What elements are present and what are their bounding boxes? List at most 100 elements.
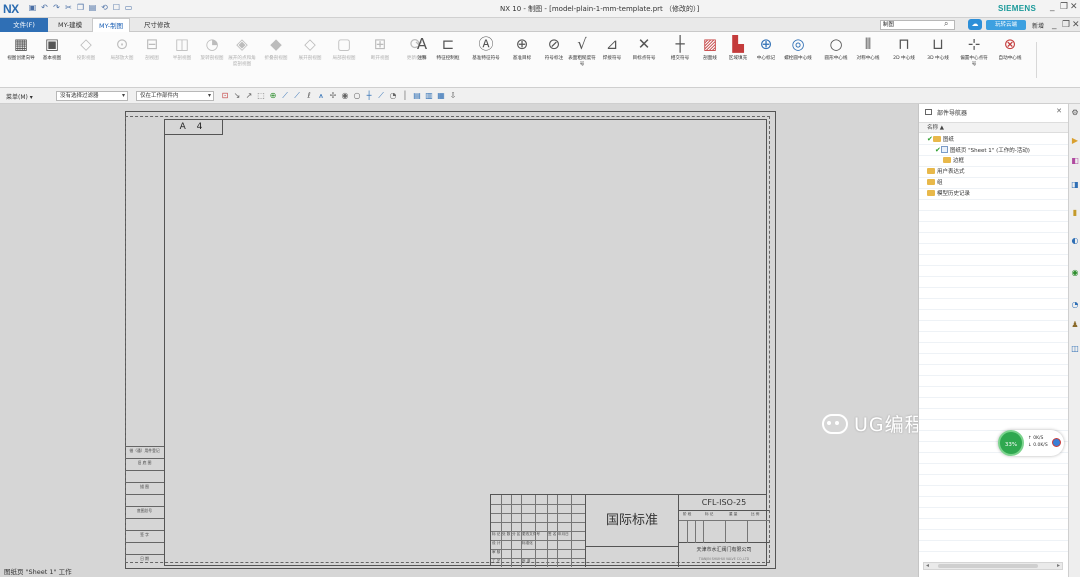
layout-icon[interactable]: ▥ (424, 91, 434, 101)
navigator-node[interactable]: ✔ 图纸页 "Sheet 1" (工作的-活动) (919, 145, 1069, 156)
control-point-icon[interactable]: ℓ (304, 91, 314, 101)
ribbon-panel: ▦ 视图创建向导 ▣ 基本视图 ◇ 投影视图 ⊙ 局部放大图 ⊟ 剖视图 ◫ 半剖视图 ◔ 旋转剖视图 ◈ 展… (0, 32, 1080, 88)
navigator-empty-row (919, 277, 1069, 288)
title-block-label: 年月日 (558, 532, 569, 536)
ribbon-close-icon[interactable]: ✕ (1072, 20, 1080, 30)
ribbon-button-28[interactable]: ⫴ 对称中心线 (852, 35, 884, 79)
tab-my-drafting[interactable]: MY-制图 (92, 18, 131, 32)
cloud-icon[interactable]: ☁ (968, 19, 982, 30)
graphics-window[interactable]: A 4 借（通）用件登记旧 底 图描 图底图总号签 字日 期 标 记处 数分 区… (0, 104, 918, 577)
ribbon-tool-icon: A (416, 35, 428, 53)
new-link[interactable]: 新增 (1032, 21, 1044, 30)
ribbon-button-31[interactable]: ⊹ 偏置中心点符号 (958, 35, 990, 79)
paste-icon[interactable]: ▤ (88, 3, 97, 13)
grid-col-line (511, 495, 512, 567)
snap-enable-icon[interactable]: ⊕ (268, 91, 278, 101)
selection-scope-select[interactable]: 仅在工作部件内 (136, 91, 214, 101)
history-tab-icon[interactable]: ◉ (1070, 268, 1080, 278)
navigator-node[interactable]: 用户表达式 (919, 167, 1069, 178)
navigator-node[interactable]: 模型历史记录 (919, 189, 1069, 200)
restore-icon[interactable]: ❐ (1060, 2, 1068, 12)
constraint-navigator-tab-icon[interactable]: ◨ (1070, 180, 1080, 190)
part-navigator-tab-icon[interactable]: ▶ (1070, 136, 1080, 146)
folder-icon (943, 157, 951, 163)
navigator-close-icon[interactable]: ✕ (1056, 107, 1062, 115)
tangent-icon[interactable]: ⟋ (376, 91, 386, 101)
ribbon-button-2[interactable]: ▣ 基本视图 (36, 35, 68, 79)
weight-label: 重 量 (729, 512, 738, 516)
navigator-column-name[interactable]: 名称 ▲ (919, 122, 1069, 133)
process-studio-tab-icon[interactable]: ◔ (1070, 300, 1080, 310)
navigator-node[interactable]: 边框 (919, 156, 1069, 167)
menu-button[interactable]: 菜单(M) ▾ (6, 92, 33, 101)
undo-icon[interactable]: ↶ (40, 3, 49, 13)
ribbon-button-22[interactable]: ┼ 相交符号 (664, 35, 696, 79)
endpoint-icon[interactable]: ⟋ (280, 91, 290, 101)
copy-icon[interactable]: ❐ (76, 3, 85, 13)
ribbon-button-26[interactable]: ◎ 螺栓圆中心线 (782, 35, 814, 79)
ribbon-button-20[interactable]: ⊿ 焊接符号 (596, 35, 628, 79)
scroll-left-icon[interactable]: ◂ (926, 562, 929, 569)
navigator-node[interactable]: ✔ 图纸 (919, 134, 1069, 145)
sheet-size-label: A 4 (164, 119, 223, 135)
tab-file[interactable]: 文件(F) (0, 18, 48, 32)
center-point-icon[interactable]: ✢ (328, 91, 338, 101)
intersection-icon[interactable]: ⩚ (316, 91, 326, 101)
rectangle-select-icon[interactable]: ⬚ (256, 91, 266, 101)
select-more-icon[interactable]: ↗ (244, 91, 254, 101)
navigator-hscrollbar[interactable]: ◂ ▸ (923, 562, 1063, 570)
selection-filter-select[interactable]: 没有选择过滤器 (56, 91, 128, 101)
quadrant-icon[interactable]: ◉ (340, 91, 350, 101)
ribbon-button-15[interactable]: ⊏ 特征控制框 (432, 35, 464, 79)
roles-tab-icon[interactable]: ♟ (1070, 320, 1080, 330)
existing-point-icon[interactable]: ◔ (388, 91, 398, 101)
tab-dimension-edit[interactable]: 尺寸修改 (138, 18, 176, 32)
filter-more-icon[interactable]: ⇩ (448, 91, 458, 101)
tab-my-modeling[interactable]: MY-建模 (52, 18, 88, 32)
navigator-node[interactable]: 组 (919, 178, 1069, 189)
check-icon[interactable]: ✔ (927, 135, 933, 143)
redo-icon[interactable]: ↷ (52, 3, 61, 13)
system-scene-tab-icon[interactable]: ◫ (1070, 344, 1080, 354)
cloud-help-button[interactable]: 玩转云端 (986, 20, 1026, 30)
minimize-icon[interactable]: _ (1050, 2, 1055, 12)
ribbon-button-29[interactable]: ⊓ 2D 中心线 (888, 35, 920, 79)
close-icon[interactable]: ✕ (1070, 2, 1078, 12)
ribbon-button-17[interactable]: ⊕ 基准目标 (506, 35, 538, 79)
ribbon-button-1[interactable]: ▦ 视图创建向导 (5, 35, 37, 79)
ribbon-button-label: 相交符号 (670, 56, 690, 61)
settings-icon[interactable]: ⚙ (1070, 108, 1080, 118)
window-menu-icon[interactable]: ▭ (124, 3, 133, 13)
ribbon-button-25[interactable]: ⊕ 中心标记 (750, 35, 782, 79)
midpoint-icon[interactable]: ⟋ (292, 91, 302, 101)
view-icon[interactable]: ▤ (412, 91, 422, 101)
web-browser-tab-icon[interactable]: ◐ (1070, 236, 1080, 246)
ribbon-tool-icon: ◈ (236, 35, 248, 53)
ribbon-restore-icon[interactable]: ❐ (1062, 20, 1070, 30)
scroll-thumb[interactable] (938, 564, 1038, 568)
ribbon-button-19[interactable]: √ 表面粗糙度符号 (566, 35, 598, 79)
repeat-icon[interactable]: ⟲ (100, 3, 109, 13)
scale-label: 比 例 (751, 512, 760, 516)
grid-col-line (557, 495, 558, 567)
select-icon[interactable]: ⊡ (220, 91, 230, 101)
point-on-curve-icon[interactable]: ┼ (364, 91, 374, 101)
cut-icon[interactable]: ✂ (64, 3, 73, 13)
reuse-library-tab-icon[interactable]: ▮ (1070, 208, 1080, 218)
ribbon-minimize-icon[interactable]: _ (1052, 20, 1057, 30)
ribbon-button-27[interactable]: ○ 圆形中心线 (820, 35, 852, 79)
ribbon-button-16[interactable]: Ⓐ 基准特征符号 (470, 35, 502, 79)
deselect-icon[interactable]: ↘ (232, 91, 242, 101)
ribbon-button-21[interactable]: ✕ 目标点符号 (628, 35, 660, 79)
ribbon-button-label: 基本视图 (42, 56, 62, 61)
scroll-right-icon[interactable]: ▸ (1057, 562, 1060, 569)
touch-mode-icon[interactable]: ☐ (112, 3, 121, 13)
ribbon-button-32[interactable]: ⊗ 自动中心线 (994, 35, 1026, 79)
ribbon-button-30[interactable]: ⊔ 3D 中心线 (922, 35, 954, 79)
search-icon[interactable]: ⌕ (944, 19, 948, 29)
save-icon[interactable]: ▣ (28, 3, 37, 13)
arc-center-icon[interactable]: ○ (352, 91, 362, 101)
assembly-navigator-tab-icon[interactable]: ◧ (1070, 156, 1080, 166)
network-monitor-widget[interactable]: 33% ↑ 0K/S ↓ 0.0K/S (998, 430, 1064, 456)
display-icon[interactable]: ▦ (436, 91, 446, 101)
